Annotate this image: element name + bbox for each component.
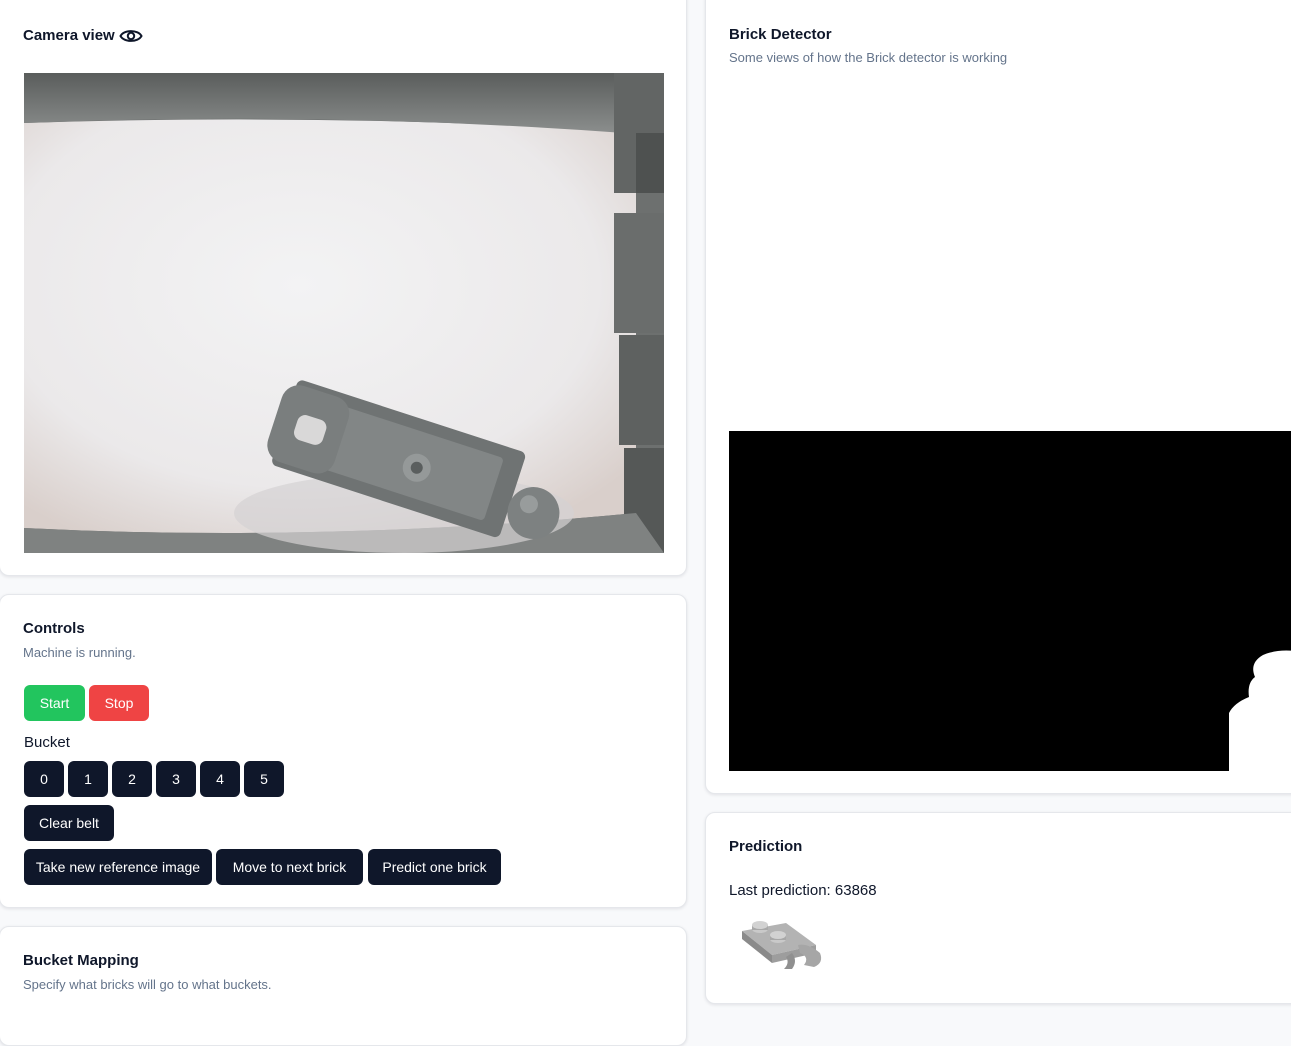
bucket-4-button[interactable]: 4 — [200, 761, 240, 797]
brick-detector-title: Brick Detector — [729, 26, 832, 43]
stop-button[interactable]: Stop — [89, 685, 149, 721]
detector-mask-view — [729, 431, 1291, 771]
prediction-title: Prediction — [729, 838, 803, 855]
bucket-5-button[interactable]: 5 — [244, 761, 284, 797]
camera-view-title: Camera view — [23, 27, 115, 44]
bucket-2-button[interactable]: 2 — [112, 761, 152, 797]
camera-feed — [24, 73, 664, 553]
bucket-mapping-title: Bucket Mapping — [23, 952, 139, 969]
machine-status-text: Machine is running. — [23, 645, 136, 660]
controls-title: Controls — [23, 620, 85, 637]
bucket-mapping-card: Bucket Mapping Specify what bricks will … — [0, 926, 687, 1046]
clear-belt-button[interactable]: Clear belt — [24, 805, 114, 841]
predict-one-brick-button[interactable]: Predict one brick — [368, 849, 501, 885]
controls-card: Controls Machine is running. Start Stop … — [0, 594, 687, 908]
bucket-1-button[interactable]: 1 — [68, 761, 108, 797]
last-prediction-text: Last prediction: 63868 — [729, 882, 877, 899]
bucket-mapping-description: Specify what bricks will go to what buck… — [23, 977, 272, 992]
brick-detector-description: Some views of how the Brick detector is … — [729, 50, 1008, 65]
bucket-0-button[interactable]: 0 — [24, 761, 64, 797]
bucket-label: Bucket — [24, 734, 70, 751]
predicted-brick-image — [736, 913, 824, 975]
start-button[interactable]: Start — [24, 685, 85, 721]
take-reference-image-button[interactable]: Take new reference image — [24, 849, 212, 885]
brick-detector-card: Brick Detector Some views of how the Bri… — [705, 0, 1291, 794]
move-to-next-brick-button[interactable]: Move to next brick — [216, 849, 363, 885]
prediction-card: Prediction Last prediction: 63868 — [705, 812, 1291, 1004]
camera-view-card: Camera view — [0, 0, 687, 576]
eye-icon[interactable] — [119, 27, 143, 45]
bucket-3-button[interactable]: 3 — [156, 761, 196, 797]
